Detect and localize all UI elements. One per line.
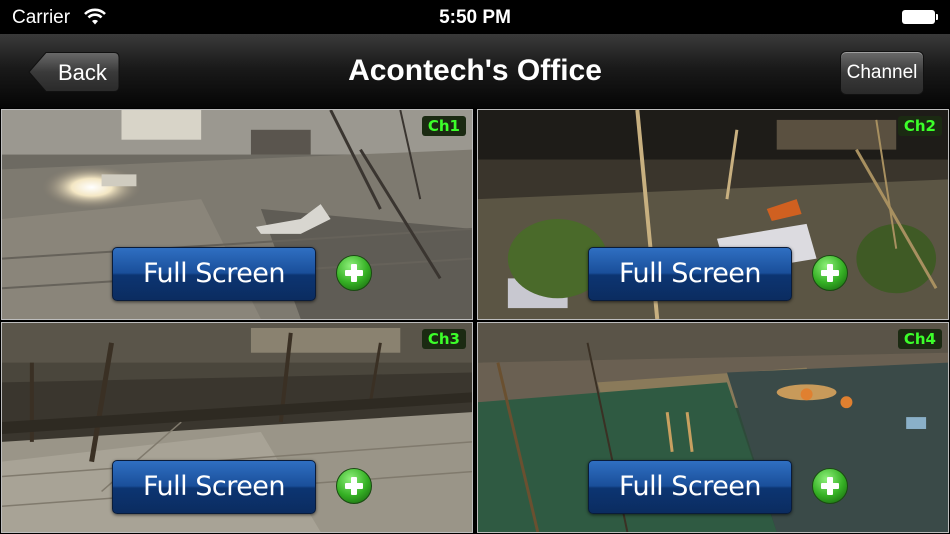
camera-cell-ch3[interactable]: Ch3 Full Screen [1, 322, 473, 533]
page-title: Acontech's Office [348, 54, 602, 87]
channel-button[interactable]: Channel [840, 51, 924, 95]
channel-label-ch2: Ch2 [897, 116, 942, 136]
camera-cell-ch2[interactable]: Ch2 Full Screen [477, 109, 949, 320]
channel-label-ch4: Ch4 [897, 329, 942, 349]
plus-circle-icon[interactable] [811, 254, 849, 292]
camera-cell-ch1[interactable]: Ch1 Full Screen [1, 109, 473, 320]
status-time: 5:50 PM [439, 7, 511, 28]
plus-circle-icon[interactable] [335, 254, 373, 292]
status-bar: Carrier 5:50 PM [0, 0, 950, 34]
plus-circle-icon[interactable] [335, 467, 373, 505]
plus-circle-icon[interactable] [811, 467, 849, 505]
camera-cell-ch4[interactable]: Ch4 Full Screen [477, 322, 949, 533]
camera-grid: Ch1 Full Screen Ch2 Full Screen Ch3 Full… [0, 108, 950, 534]
full-screen-button-ch4[interactable]: Full Screen [588, 460, 792, 514]
battery-icon [902, 10, 938, 24]
full-screen-button-ch3[interactable]: Full Screen [112, 460, 316, 514]
channel-label-ch1: Ch1 [421, 116, 466, 136]
channel-label-ch3: Ch3 [421, 329, 466, 349]
navigation-bar: Back Acontech's Office Channel [0, 34, 950, 109]
full-screen-button-ch2[interactable]: Full Screen [588, 247, 792, 301]
full-screen-button-ch1[interactable]: Full Screen [112, 247, 316, 301]
